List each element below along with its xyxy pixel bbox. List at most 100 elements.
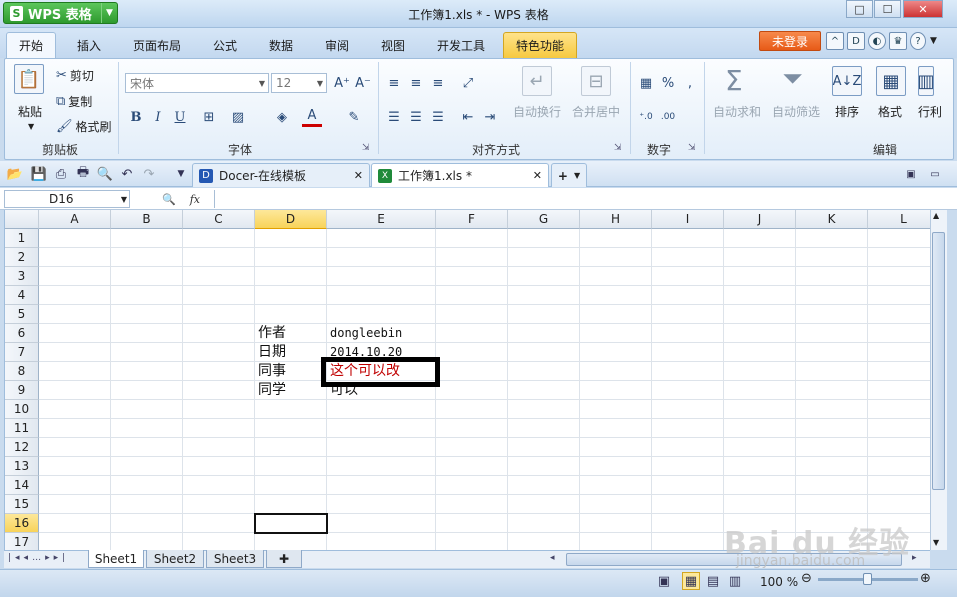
column-header-e[interactable]: E: [327, 210, 436, 229]
cell-h2[interactable]: [580, 248, 652, 267]
cell-l12[interactable]: [868, 438, 930, 457]
cell-a2[interactable]: [39, 248, 111, 267]
row-header-5[interactable]: 5: [5, 305, 39, 324]
cell-f7[interactable]: [436, 343, 508, 362]
cell-g7[interactable]: [508, 343, 580, 362]
cell-e15[interactable]: [327, 495, 436, 514]
cell-e16[interactable]: [327, 514, 436, 533]
maximize-button[interactable]: ☐: [874, 0, 901, 18]
vertical-scroll-thumb[interactable]: [932, 232, 945, 490]
paste-button[interactable]: 粘贴: [18, 103, 42, 120]
zoom-out-icon[interactable]: ⊖: [801, 571, 812, 586]
column-header-g[interactable]: G: [508, 210, 580, 229]
cell-k3[interactable]: [796, 267, 868, 286]
cell-i7[interactable]: [652, 343, 724, 362]
cell-g8[interactable]: [508, 362, 580, 381]
cell-b11[interactable]: [111, 419, 183, 438]
cell-c2[interactable]: [183, 248, 255, 267]
tab-data[interactable]: 数据: [256, 32, 306, 58]
cell-g5[interactable]: [508, 305, 580, 324]
save-icon[interactable]: 💾: [30, 165, 48, 183]
cell-i16[interactable]: [652, 514, 724, 533]
cell-h14[interactable]: [580, 476, 652, 495]
decrease-font-icon[interactable]: A⁻: [353, 73, 373, 93]
autofilter-button[interactable]: 自动筛选: [772, 103, 820, 120]
cell-a17[interactable]: [39, 533, 111, 550]
italic-button[interactable]: I: [148, 107, 168, 127]
cell-c12[interactable]: [183, 438, 255, 457]
row-header-8[interactable]: 8: [5, 362, 39, 381]
sheet-tab-2[interactable]: Sheet2: [146, 550, 204, 568]
font-color-icon[interactable]: A: [302, 107, 322, 127]
cell-i11[interactable]: [652, 419, 724, 438]
cell-h1[interactable]: [580, 229, 652, 248]
cell-k2[interactable]: [796, 248, 868, 267]
tab-view[interactable]: 视图: [368, 32, 418, 58]
cell-j10[interactable]: [724, 400, 796, 419]
cell-l2[interactable]: [868, 248, 930, 267]
cell-h10[interactable]: [580, 400, 652, 419]
cell-b12[interactable]: [111, 438, 183, 457]
decrease-indent-icon[interactable]: ⇤: [458, 107, 478, 127]
cell-h4[interactable]: [580, 286, 652, 305]
cell-k13[interactable]: [796, 457, 868, 476]
cell-l14[interactable]: [868, 476, 930, 495]
close-icon[interactable]: ✕: [533, 169, 542, 182]
cell-e6[interactable]: dongleebin: [327, 324, 436, 343]
currency-icon[interactable]: ▦: [636, 73, 656, 93]
cell-i4[interactable]: [652, 286, 724, 305]
tab-insert[interactable]: 插入: [64, 32, 114, 58]
cell-j5[interactable]: [724, 305, 796, 324]
cell-a12[interactable]: [39, 438, 111, 457]
cell-a5[interactable]: [39, 305, 111, 324]
close-icon[interactable]: ✕: [354, 169, 363, 182]
cell-h12[interactable]: [580, 438, 652, 457]
minimize-button[interactable]: □: [846, 0, 873, 18]
border-icon[interactable]: ⊞: [199, 107, 219, 127]
print-icon[interactable]: 🖶: [74, 165, 92, 183]
column-header-j[interactable]: J: [724, 210, 796, 229]
cell-e17[interactable]: [327, 533, 436, 550]
font-size-select[interactable]: 12 ▼: [271, 73, 327, 93]
cell-h6[interactable]: [580, 324, 652, 343]
cell-g4[interactable]: [508, 286, 580, 305]
dialog-launcher-icon[interactable]: ⇲: [614, 143, 622, 153]
cell-c4[interactable]: [183, 286, 255, 305]
cell-c8[interactable]: [183, 362, 255, 381]
cell-g10[interactable]: [508, 400, 580, 419]
merge-center-button[interactable]: 合并居中: [572, 103, 620, 120]
cell-a16[interactable]: [39, 514, 111, 533]
tab-developer[interactable]: 开发工具: [424, 32, 498, 58]
cell-i5[interactable]: [652, 305, 724, 324]
cell-f4[interactable]: [436, 286, 508, 305]
cell-a3[interactable]: [39, 267, 111, 286]
cell-f17[interactable]: [436, 533, 508, 550]
cell-k12[interactable]: [796, 438, 868, 457]
row-header-14[interactable]: 14: [5, 476, 39, 495]
row-column-button[interactable]: 行利: [918, 103, 942, 120]
decrease-decimal-icon[interactable]: .00: [658, 107, 678, 127]
cell-l5[interactable]: [868, 305, 930, 324]
chevron-down-icon[interactable]: ▼: [930, 36, 937, 46]
zoom-slider-handle[interactable]: [863, 573, 872, 585]
sheet-tab-1[interactable]: Sheet1: [88, 550, 144, 568]
spreadsheet-grid[interactable]: ABCDEFGHIJKL 1 2 3 4 5 6 作者 dongleebin 7 日期 2014.1…: [4, 210, 930, 550]
scroll-down-icon[interactable]: ▼: [933, 538, 939, 547]
cell-k4[interactable]: [796, 286, 868, 305]
cell-d5[interactable]: [255, 305, 327, 324]
cell-h16[interactable]: [580, 514, 652, 533]
cell-i10[interactable]: [652, 400, 724, 419]
sheet-tab-3[interactable]: Sheet3: [206, 550, 264, 568]
cell-b3[interactable]: [111, 267, 183, 286]
cell-j8[interactable]: [724, 362, 796, 381]
cell-f11[interactable]: [436, 419, 508, 438]
cell-f15[interactable]: [436, 495, 508, 514]
cell-l1[interactable]: [868, 229, 930, 248]
cell-j11[interactable]: [724, 419, 796, 438]
cell-i9[interactable]: [652, 381, 724, 400]
merge-cells-icon[interactable]: ⊟: [581, 66, 611, 96]
align-left-icon[interactable]: ☰: [384, 107, 404, 127]
cell-h11[interactable]: [580, 419, 652, 438]
cell-l3[interactable]: [868, 267, 930, 286]
cell-f5[interactable]: [436, 305, 508, 324]
